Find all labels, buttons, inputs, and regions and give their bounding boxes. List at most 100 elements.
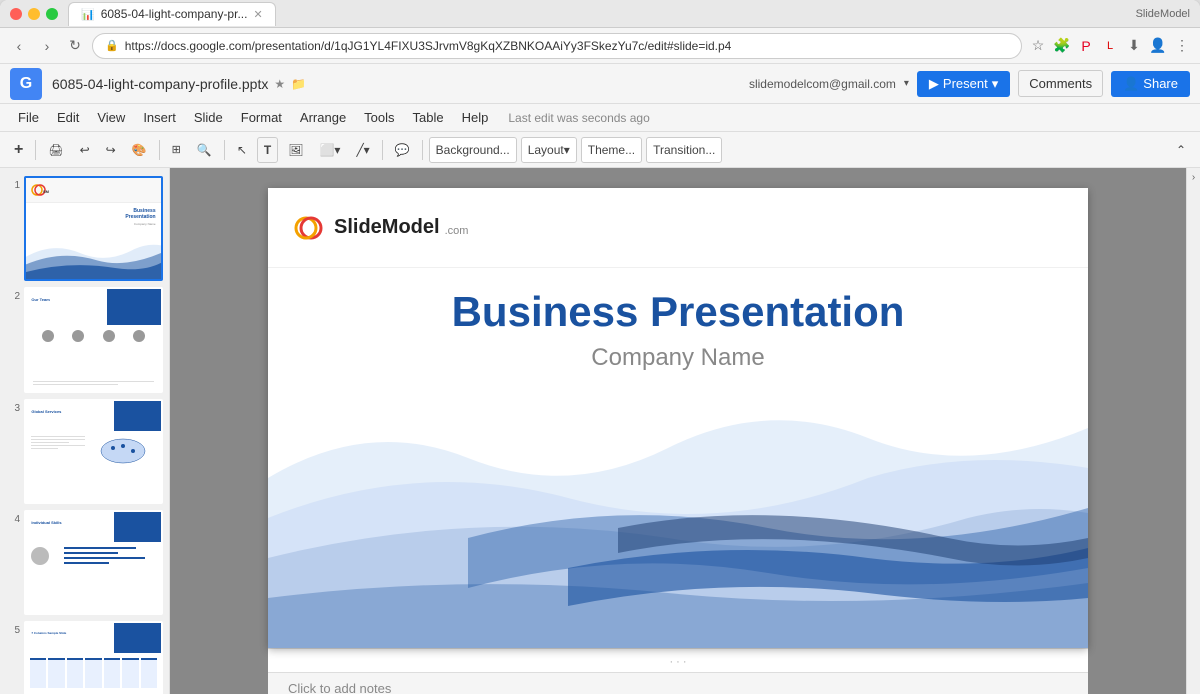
- extensions-icon[interactable]: 🧩: [1052, 36, 1072, 56]
- slide-thumbnail-5[interactable]: 5 7 Columns Sample Slide: [6, 621, 163, 694]
- menu-table[interactable]: Table: [405, 107, 452, 128]
- s1-logo-svg: SM: [31, 184, 49, 196]
- print-button[interactable]: 🖨: [42, 137, 69, 163]
- slide-header-bar: SlideModel .com: [268, 188, 1088, 268]
- share-person-icon: 👤: [1123, 76, 1139, 92]
- redo-button[interactable]: ↪: [100, 137, 122, 163]
- s2-lines: [33, 381, 155, 385]
- folder-icon[interactable]: 📁: [291, 77, 306, 91]
- menu-bar: File Edit View Insert Slide Format Arran…: [0, 104, 1200, 132]
- slide-title: Business Presentation: [268, 288, 1088, 336]
- menu-dots-icon[interactable]: ⋮: [1172, 36, 1192, 56]
- shapes-tool[interactable]: ⬜▾: [313, 137, 346, 163]
- slide-thumbnail-2[interactable]: 2 Our Team: [6, 287, 163, 392]
- zoom-fit-button[interactable]: ⊞: [166, 137, 187, 163]
- comment-tool[interactable]: 💬: [389, 137, 416, 163]
- wave-background: [268, 398, 1088, 648]
- slide-1-content: SM Business Presentation Company Name: [26, 178, 161, 279]
- logo-ring-svg: [293, 210, 329, 246]
- layout-button[interactable]: Layout▾: [521, 137, 577, 163]
- menu-arrange[interactable]: Arrange: [292, 107, 354, 128]
- header-right: slidemodelcom@gmail.com ▾ ▶ Present ▾ Co…: [749, 70, 1190, 97]
- forward-button[interactable]: ›: [36, 35, 58, 57]
- star-icon[interactable]: ★: [274, 77, 285, 91]
- browser-tab[interactable]: 📊 6085-04-light-company-pr... ✕: [68, 2, 276, 26]
- s3-title: Global Services: [31, 409, 61, 414]
- image-tool[interactable]: 🖼: [282, 137, 309, 163]
- menu-help[interactable]: Help: [454, 107, 497, 128]
- minimize-window-button[interactable]: [28, 8, 40, 20]
- app-header: G 6085-04-light-company-profile.pptx ★ 📁…: [0, 64, 1200, 104]
- menu-view[interactable]: View: [89, 107, 133, 128]
- background-label: Background...: [436, 143, 510, 157]
- notes-area[interactable]: Click to add notes: [268, 672, 1088, 694]
- slide-preview-5: 7 Columns Sample Slide: [26, 623, 161, 694]
- toolbar-separator-4: [382, 140, 383, 160]
- transition-button[interactable]: Transition...: [646, 137, 722, 163]
- present-button[interactable]: ▶ Present ▾: [917, 71, 1010, 97]
- theme-button[interactable]: Theme...: [581, 137, 642, 163]
- s1-header: SM: [26, 178, 161, 203]
- logo-letter: G: [20, 75, 32, 93]
- slide-3-content: Global Services: [26, 401, 161, 502]
- s2-blue-corner: [107, 289, 161, 324]
- slide-canvas[interactable]: SlideModel .com Business Presentation Co…: [268, 188, 1088, 648]
- browser-window: 📊 6085-04-light-company-pr... ✕ SlideMod…: [0, 0, 1200, 694]
- menu-slide[interactable]: Slide: [186, 107, 231, 128]
- slide-number-2: 2: [6, 291, 20, 302]
- menu-tools[interactable]: Tools: [356, 107, 402, 128]
- lastpass-icon[interactable]: L: [1100, 36, 1120, 56]
- menu-insert[interactable]: Insert: [135, 107, 184, 128]
- add-element-button[interactable]: +: [8, 137, 29, 163]
- slide-2-content: Our Team: [26, 289, 161, 390]
- slide-image-2: Our Team: [24, 287, 163, 392]
- slide-5-content: 7 Columns Sample Slide: [26, 623, 161, 694]
- s4-title: Individual Skills: [31, 520, 61, 525]
- s3-lines: [31, 436, 85, 449]
- user-email-dropdown-icon[interactable]: ▾: [904, 78, 909, 89]
- zoom-button[interactable]: 🔍: [191, 137, 218, 163]
- slide-thumbnail-1[interactable]: 1 SM: [6, 176, 163, 281]
- present-dropdown-icon[interactable]: ▾: [992, 76, 999, 92]
- share-button[interactable]: 👤 Share: [1111, 71, 1190, 97]
- menu-format[interactable]: Format: [233, 107, 290, 128]
- undo-button[interactable]: ↩: [74, 137, 96, 163]
- collapse-sidebar-button[interactable]: ›: [1192, 172, 1195, 183]
- s2-avatars: [33, 330, 155, 342]
- download-icon[interactable]: ⬇: [1124, 36, 1144, 56]
- line-tool[interactable]: ╱▾: [350, 137, 375, 163]
- address-bar[interactable]: 🔒 https://docs.google.com/presentation/d…: [92, 33, 1022, 59]
- tab-label: 6085-04-light-company-pr...: [101, 7, 248, 21]
- slide-thumbnail-3[interactable]: 3 Global Services: [6, 399, 163, 504]
- paint-format-button[interactable]: 🎨: [126, 137, 153, 163]
- menu-file[interactable]: File: [10, 107, 47, 128]
- select-tool[interactable]: ↖: [231, 137, 253, 163]
- browser-titlebar: 📊 6085-04-light-company-pr... ✕ SlideMod…: [0, 0, 1200, 28]
- reload-button[interactable]: ↻: [64, 35, 86, 57]
- user-email: slidemodelcom@gmail.com: [749, 77, 896, 91]
- collapse-toolbar-button[interactable]: ⌃: [1170, 137, 1192, 163]
- maximize-window-button[interactable]: [46, 8, 58, 20]
- profile-icon[interactable]: 👤: [1148, 36, 1168, 56]
- slide-title-section: Business Presentation Company Name: [268, 288, 1088, 372]
- back-button[interactable]: ‹: [8, 35, 30, 57]
- slide-preview-2: Our Team: [26, 289, 161, 390]
- menu-edit[interactable]: Edit: [49, 107, 87, 128]
- star-bookmark-icon[interactable]: ☆: [1028, 36, 1048, 56]
- s4-blue-corner: [114, 512, 161, 542]
- pinterest-icon[interactable]: P: [1076, 36, 1096, 56]
- slide-preview-4: Individual Skills: [26, 512, 161, 613]
- canvas-area[interactable]: SlideModel .com Business Presentation Co…: [170, 168, 1186, 694]
- background-button[interactable]: Background...: [429, 137, 517, 163]
- s5-blue-corner: [114, 623, 161, 653]
- text-tool[interactable]: T: [257, 137, 278, 163]
- url-text: https://docs.google.com/presentation/d/1…: [125, 39, 1009, 53]
- svg-text:SM: SM: [43, 189, 49, 194]
- toolbar-separator-5: [422, 140, 423, 160]
- notes-placeholder[interactable]: Click to add notes: [288, 681, 391, 694]
- layout-label: Layout▾: [528, 143, 570, 157]
- comments-button[interactable]: Comments: [1018, 70, 1103, 97]
- slide-thumbnail-4[interactable]: 4 Individual Skills: [6, 510, 163, 615]
- tab-close-button[interactable]: ✕: [253, 8, 262, 21]
- close-window-button[interactable]: [10, 8, 22, 20]
